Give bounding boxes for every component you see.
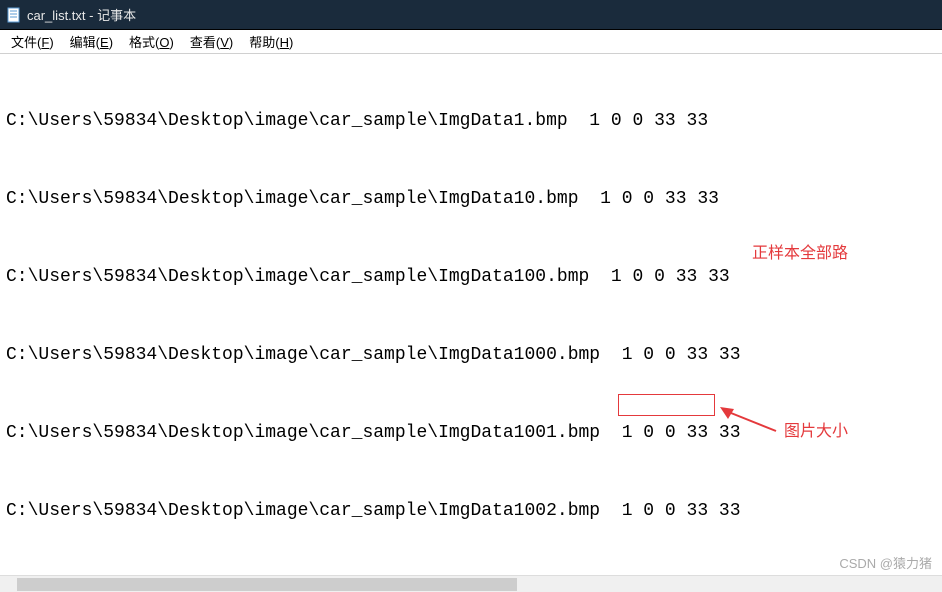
- content-area: C:\Users\59834\Desktop\image\car_sample\…: [0, 54, 942, 592]
- menu-help[interactable]: 帮助(H): [241, 30, 301, 53]
- menu-format[interactable]: 格式(O): [121, 30, 182, 53]
- scrollbar-thumb[interactable]: [17, 578, 517, 591]
- menubar: 文件(F) 编辑(E) 格式(O) 查看(V) 帮助(H): [0, 30, 942, 54]
- titlebar[interactable]: car_list.txt - 记事本: [0, 0, 942, 30]
- window-title: car_list.txt - 记事本: [27, 5, 136, 24]
- text-line: C:\Users\59834\Desktop\image\car_sample\…: [6, 264, 936, 290]
- horizontal-scrollbar[interactable]: [0, 575, 942, 592]
- menu-file[interactable]: 文件(F): [3, 30, 62, 53]
- text-line: C:\Users\59834\Desktop\image\car_sample\…: [6, 342, 936, 368]
- text-editor[interactable]: C:\Users\59834\Desktop\image\car_sample\…: [0, 54, 942, 592]
- text-line: C:\Users\59834\Desktop\image\car_sample\…: [6, 108, 936, 134]
- menu-view[interactable]: 查看(V): [182, 30, 241, 53]
- text-line: C:\Users\59834\Desktop\image\car_sample\…: [6, 186, 936, 212]
- text-line: C:\Users\59834\Desktop\image\car_sample\…: [6, 420, 936, 446]
- notepad-icon: [6, 7, 22, 23]
- watermark: CSDN @猿力猪: [839, 553, 932, 572]
- text-line: C:\Users\59834\Desktop\image\car_sample\…: [6, 498, 936, 524]
- menu-edit[interactable]: 编辑(E): [62, 30, 121, 53]
